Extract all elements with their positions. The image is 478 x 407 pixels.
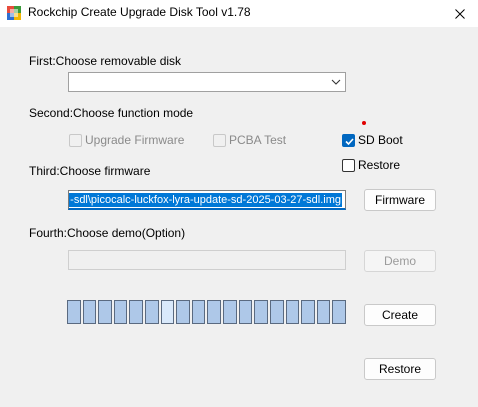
restore-label: Restore — [358, 158, 401, 172]
progress-segment — [98, 300, 112, 324]
title-bar: Rockchip Create Upgrade Disk Tool v1.78 — [0, 0, 478, 27]
first-step-label: First:Choose removable disk — [29, 54, 182, 68]
progress-segment — [223, 300, 237, 324]
progress-segment — [316, 300, 331, 324]
restore-checkbox[interactable] — [342, 159, 355, 172]
progress-segment — [145, 300, 159, 324]
firmware-button[interactable]: Firmware — [364, 189, 436, 211]
close-icon — [455, 8, 465, 19]
progress-segment — [82, 300, 97, 324]
create-button[interactable]: Create — [364, 304, 436, 326]
sd-boot-checkbox[interactable] — [342, 134, 355, 147]
pcba-test-checkbox[interactable] — [213, 134, 226, 147]
progress-segment — [285, 300, 300, 324]
fourth-step-label: Fourth:Choose demo(Option) — [29, 226, 186, 240]
progress-segment — [207, 300, 222, 324]
chevron-down-icon — [331, 79, 341, 85]
upgrade-firmware-label: Upgrade Firmware — [85, 133, 185, 147]
app-icon — [7, 6, 21, 20]
progress-segment — [269, 300, 284, 324]
progress-segment — [129, 300, 144, 324]
app-window: Rockchip Create Upgrade Disk Tool v1.78 … — [0, 0, 478, 407]
progress-bar — [67, 300, 346, 324]
progress-segment — [176, 300, 190, 324]
close-button[interactable] — [442, 0, 478, 27]
restore-button[interactable]: Restore — [364, 358, 436, 380]
progress-segment — [191, 300, 206, 324]
second-step-label: Second:Choose function mode — [29, 106, 194, 120]
checkmark-icon — [345, 138, 354, 146]
third-step-label: Third:Choose firmware — [29, 164, 151, 178]
pcba-test-label: PCBA Test — [229, 133, 287, 147]
progress-segment — [238, 300, 253, 324]
firmware-path-input[interactable]: -sdl\picocalc-luckfox-lyra-update-sd-202… — [68, 190, 346, 210]
progress-segment — [67, 300, 81, 324]
sd-boot-label: SD Boot — [358, 133, 403, 147]
progress-segment — [332, 300, 346, 324]
removable-disk-select[interactable] — [68, 72, 346, 92]
indicator-dot — [362, 121, 366, 125]
progress-segment — [301, 300, 315, 324]
upgrade-firmware-checkbox[interactable] — [69, 134, 82, 147]
progress-segment — [160, 300, 175, 324]
progress-segment — [254, 300, 268, 324]
demo-button[interactable]: Demo — [364, 250, 436, 272]
window-title: Rockchip Create Upgrade Disk Tool v1.78 — [28, 5, 251, 19]
progress-segment — [113, 300, 128, 324]
firmware-path-text: -sdl\picocalc-luckfox-lyra-update-sd-202… — [69, 193, 342, 207]
demo-path-input[interactable] — [68, 250, 346, 270]
